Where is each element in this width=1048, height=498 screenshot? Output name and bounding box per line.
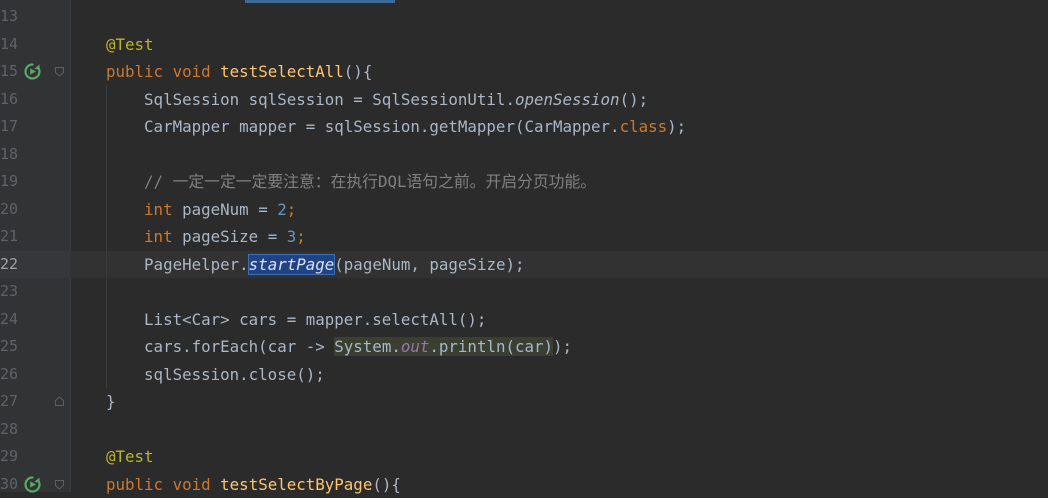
code-line[interactable]: 18 [0,141,1048,169]
code-token: @Test [106,447,154,466]
code-token [106,200,144,219]
code-token: int [144,227,173,246]
code-token: System. [334,337,401,356]
code-token: PageHelper. [106,255,249,274]
code-token: class [620,117,668,136]
code-line[interactable]: 26 sqlSession.close(); [0,361,1048,389]
fold-marker-icon[interactable] [54,396,65,407]
line-number: 24 [0,306,17,334]
code-token: cars.forEach(car -> [106,337,334,356]
line-number: 21 [0,223,17,251]
code-token: pageSize = [173,227,287,246]
code-editor[interactable]: 1314@Test15public void testSelectAll(){1… [0,0,1048,492]
code-text[interactable]: } [106,388,116,416]
code-text[interactable]: PageHelper.startPage(pageNum, pageSize); [106,251,525,279]
line-number: 29 [0,443,17,471]
line-number: 23 [0,278,17,306]
code-token [163,62,173,81]
line-number: 27 [0,388,17,416]
fold-marker-icon[interactable] [54,66,65,77]
code-token: SqlSession sqlSession = SqlSessionUtil. [106,90,515,109]
code-text[interactable]: CarMapper mapper = sqlSession.getMapper(… [106,113,686,141]
code-line[interactable]: 29 @Test [0,443,1048,471]
code-token [163,475,173,494]
code-token [211,62,221,81]
line-number: 17 [0,113,17,141]
code-text[interactable]: @Test [106,31,154,59]
code-line[interactable]: 13 [0,3,1048,31]
code-token: ; [296,227,306,246]
code-line[interactable]: 30 public void testSelectByPage(){ [0,471,1048,498]
code-line[interactable]: 24 List<Car> cars = mapper.selectAll(); [0,306,1048,334]
code-text[interactable]: // 一定一定一定要注意：在执行DQL语句之前。开启分页功能。 [106,168,596,196]
code-token: pageNum = [173,200,278,219]
code-text[interactable]: List<Car> cars = mapper.selectAll(); [106,306,486,334]
code-token: out [401,337,430,356]
code-text[interactable]: public void testSelectAll(){ [106,58,372,86]
code-line[interactable]: 23 [0,278,1048,306]
line-number: 13 [0,3,17,31]
code-token: CarMapper mapper = sqlSession.getMapper(… [106,117,620,136]
code-line[interactable]: 14 @Test [0,31,1048,59]
code-token: void [173,475,211,494]
code-token: List<Car> cars = mapper.selectAll(); [106,310,486,329]
code-token: 3 [287,227,297,246]
code-token: sqlSession.close(); [106,365,325,384]
code-token: void [173,62,211,81]
line-number: 25 [0,333,17,361]
code-line[interactable]: 16 SqlSession sqlSession = SqlSessionUti… [0,86,1048,114]
code-text[interactable]: @Test [106,443,154,471]
code-text[interactable]: public void testSelectByPage(){ [106,471,401,498]
code-line[interactable]: 21 int pageSize = 3; [0,223,1048,251]
code-token: public [106,475,163,494]
code-token: (){ [372,475,401,494]
run-test-icon[interactable] [24,476,41,493]
code-token: (){ [344,62,373,81]
line-number: 30 [0,471,17,498]
code-line[interactable]: 19 // 一定一定一定要注意：在执行DQL语句之前。开启分页功能。 [0,168,1048,196]
line-number: 15 [0,58,17,86]
line-number: 28 [0,416,17,444]
line-number: 14 [0,31,17,59]
code-text[interactable]: int pageNum = 2; [106,196,296,224]
code-token: startPage [249,255,335,274]
code-line[interactable]: 17 CarMapper mapper = sqlSession.getMapp… [0,113,1048,141]
line-number: 22 [0,251,17,279]
code-token: @Test [106,35,154,54]
code-token: // 一定一定一定要注意：在执行DQL语句之前。开启分页功能。 [144,172,596,191]
code-token: ); [553,337,572,356]
code-line[interactable]: 15 public void testSelectAll(){ [0,58,1048,86]
code-token: ; [287,200,297,219]
line-number: 20 [0,196,17,224]
line-number: 16 [0,86,17,114]
fold-marker-icon[interactable] [54,479,65,490]
code-text[interactable]: sqlSession.close(); [106,361,325,389]
code-token [211,475,221,494]
code-text[interactable]: cars.forEach(car -> System.out.println(c… [106,333,572,361]
code-line[interactable]: 27} [0,388,1048,416]
code-token [106,227,144,246]
line-number: 19 [0,168,17,196]
code-token: public [106,62,163,81]
code-text[interactable]: int pageSize = 3; [106,223,306,251]
code-token: } [106,392,116,411]
code-token: testSelectByPage [220,475,372,494]
code-token: 2 [277,200,287,219]
code-token: ); [667,117,686,136]
code-token: .println(car) [429,337,553,356]
code-line[interactable]: 28 [0,416,1048,444]
code-token: (pageNum, pageSize); [334,255,524,274]
code-line[interactable]: 22 PageHelper.startPage(pageNum, pageSiz… [0,251,1048,279]
code-token: (); [620,90,649,109]
code-line[interactable]: 20 int pageNum = 2; [0,196,1048,224]
line-number: 18 [0,141,17,169]
code-token: int [144,200,173,219]
line-number: 26 [0,361,17,389]
code-token: openSession [515,90,620,109]
run-test-icon[interactable] [24,63,41,80]
code-line[interactable]: 25 cars.forEach(car -> System.out.printl… [0,333,1048,361]
code-token [106,172,144,191]
code-text[interactable]: SqlSession sqlSession = SqlSessionUtil.o… [106,86,648,114]
code-token: testSelectAll [220,62,344,81]
